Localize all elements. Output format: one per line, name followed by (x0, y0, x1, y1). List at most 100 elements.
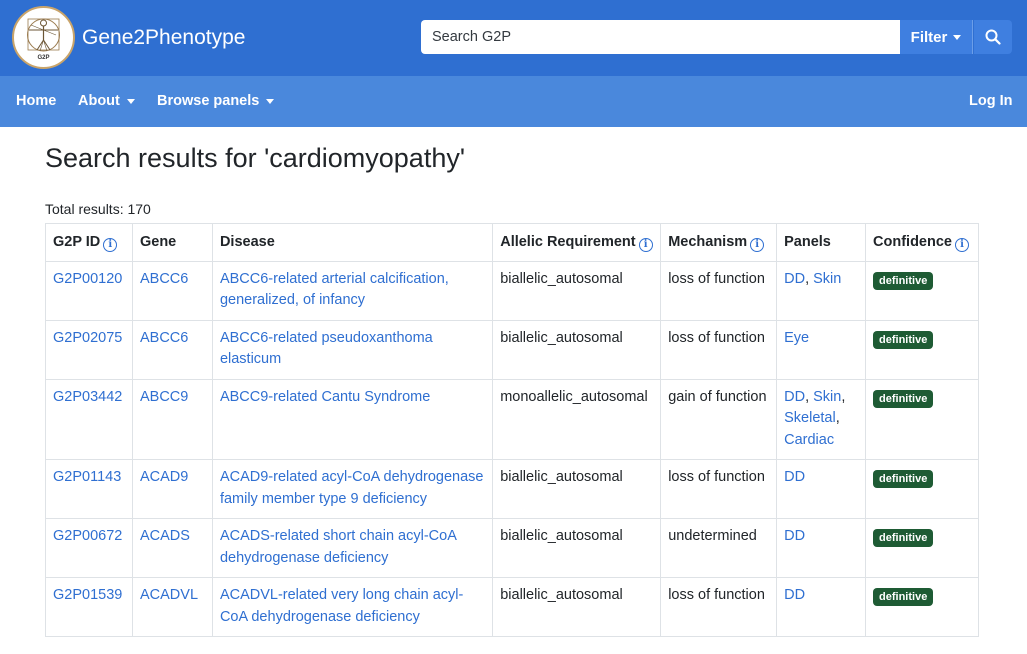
panel-link[interactable]: DD (784, 528, 805, 544)
panel-link[interactable]: DD (784, 469, 805, 485)
nav-about-label: About (78, 93, 120, 109)
gene-link[interactable]: ABCC9 (140, 389, 188, 405)
nav-browse-panels[interactable]: Browse panels (157, 93, 275, 109)
col-gene: Gene (131, 223, 213, 262)
cell-confidence: definitive (865, 378, 979, 460)
col-confidence-label: Confidence (873, 234, 952, 250)
mechanism: undetermined (668, 528, 757, 544)
cell-confidence: definitive (865, 319, 979, 380)
table-header-row: G2P ID i Gene Disease Allelic Requirement… (45, 223, 979, 262)
gene-link[interactable]: ACAD9 (140, 469, 188, 485)
cell-allelic: biallelic_autosomal (492, 260, 662, 321)
g2p-id-link[interactable]: G2P02075 (53, 330, 122, 346)
cell-confidence: definitive (865, 260, 979, 321)
search-input[interactable] (421, 20, 900, 54)
col-mechanism: Mechanism i (660, 223, 778, 262)
panel-link[interactable]: Skin (813, 389, 841, 405)
mechanism: loss of function (668, 270, 765, 287)
info-icon[interactable]: i (638, 238, 653, 252)
cell-disease: ACADS-related short chain acyl-CoA dehyd… (211, 518, 494, 578)
confidence-badge: definitive (873, 330, 934, 349)
g2p-logo[interactable]: G2P (12, 6, 75, 69)
brand-name[interactable]: Gene2Phenotype (82, 26, 245, 50)
col-allelic: Allelic Requirement i (492, 223, 662, 262)
mechanism: gain of function (668, 388, 767, 405)
mechanism: loss of function (668, 469, 765, 485)
table-row: G2P02075 ABCC6 ABCC6-related pseudoxanthom… (45, 319, 979, 380)
cell-confidence: definitive (865, 577, 979, 637)
g2p-id-link[interactable]: G2P03442 (53, 389, 122, 405)
info-icon[interactable]: i (954, 238, 969, 252)
chevron-down-icon (953, 34, 962, 40)
col-panels-label: Panels (784, 234, 831, 250)
gene-link[interactable]: ACADVL (140, 587, 198, 603)
confidence-badge: definitive (873, 389, 934, 408)
cell-gene: ABCC6 (131, 319, 213, 380)
filter-button[interactable]: Filter (900, 20, 973, 54)
cell-disease: ABCC6-related pseudoxanthoma elasticum (211, 319, 494, 380)
allelic-requirement: biallelic_autosomal (500, 469, 623, 485)
cell-mechanism: undetermined (660, 518, 778, 578)
cell-gene: ABCC9 (131, 378, 213, 460)
gene-link[interactable]: ABCC6 (140, 271, 188, 287)
allelic-requirement: biallelic_autosomal (500, 587, 623, 603)
cell-g2p-id: G2P01143 (45, 459, 133, 519)
col-mechanism-label: Mechanism (668, 234, 748, 250)
table-row: G2P01539 ACADVL ACADVL-related very long c… (45, 577, 979, 637)
col-panels: Panels (776, 223, 867, 262)
panel-link[interactable]: DD (784, 587, 805, 603)
chevron-down-icon (126, 98, 135, 104)
nav-home-label: Home (16, 93, 57, 109)
col-allelic-label: Allelic Requirement (500, 234, 636, 250)
cell-allelic: monoallelic_autosomal (492, 378, 662, 460)
nav-browse-label: Browse panels (157, 93, 260, 109)
table-row: G2P00672 ACADS ACADS-related short chain a… (45, 518, 979, 578)
panel-link[interactable]: Eye (784, 330, 809, 346)
top-header: G2P Gene2Phenotype Filter (0, 0, 1027, 76)
main-nav: Home About Browse panels Log In (0, 76, 1027, 127)
disease-link[interactable]: ACADS-related short chain acyl-CoA dehyd… (220, 528, 456, 566)
cell-disease: ACAD9-related acyl-CoA dehydrogenase fam… (211, 459, 494, 519)
nav-login[interactable]: Log In (969, 93, 1013, 109)
gene-link[interactable]: ABCC6 (140, 330, 188, 346)
col-confidence: Confidence i (865, 223, 979, 262)
panel-link[interactable]: Skin (813, 271, 841, 287)
nav-about[interactable]: About (78, 93, 135, 109)
cell-gene: ABCC6 (131, 260, 213, 321)
col-gene-label: Gene (139, 234, 177, 250)
g2p-id-link[interactable]: G2P00120 (53, 271, 122, 287)
page-title: Search results for 'cardiomyopathy' (45, 143, 465, 173)
g2p-id-link[interactable]: G2P00672 (53, 528, 122, 544)
g2p-id-link[interactable]: G2P01539 (53, 587, 122, 603)
allelic-requirement: biallelic_autosomal (500, 528, 623, 544)
disease-link[interactable]: ACAD9-related acyl-CoA dehydrogenase fam… (220, 469, 484, 507)
cell-g2p-id: G2P01539 (45, 577, 133, 637)
cell-confidence: definitive (865, 518, 979, 578)
disease-link[interactable]: ABCC9-related Cantu Syndrome (220, 389, 430, 405)
cell-allelic: biallelic_autosomal (492, 518, 662, 578)
cell-panels: DD (776, 459, 867, 519)
disease-link[interactable]: ACADVL-related very long chain acyl-CoA … (220, 587, 463, 625)
cell-mechanism: gain of function (660, 378, 778, 460)
info-icon[interactable]: i (103, 238, 118, 252)
cell-g2p-id: G2P00120 (45, 260, 133, 321)
mechanism: loss of function (668, 587, 765, 603)
disease-link[interactable]: ABCC6-related arterial calcification, ge… (220, 271, 449, 309)
panel-link[interactable]: Cardiac (784, 432, 834, 448)
nav-home[interactable]: Home (16, 93, 56, 109)
results-table: G2P ID i Gene Disease Allelic Requirement… (45, 223, 979, 637)
panel-link[interactable]: DD (784, 271, 805, 287)
col-disease-label: Disease (219, 234, 275, 250)
col-g2p-id: G2P ID i (45, 223, 133, 262)
filter-label: Filter (910, 28, 948, 46)
panel-link[interactable]: DD (784, 389, 805, 405)
panel-link[interactable]: Skeletal (784, 410, 836, 426)
search-button[interactable] (974, 20, 1012, 54)
allelic-requirement: biallelic_autosomal (500, 270, 623, 287)
info-icon[interactable]: i (750, 238, 765, 252)
disease-link[interactable]: ABCC6-related pseudoxanthoma elasticum (220, 330, 433, 368)
gene-link[interactable]: ACADS (140, 528, 190, 544)
cell-gene: ACADVL (131, 577, 213, 637)
g2p-id-link[interactable]: G2P01143 (53, 469, 121, 485)
cell-allelic: biallelic_autosomal (492, 319, 662, 380)
